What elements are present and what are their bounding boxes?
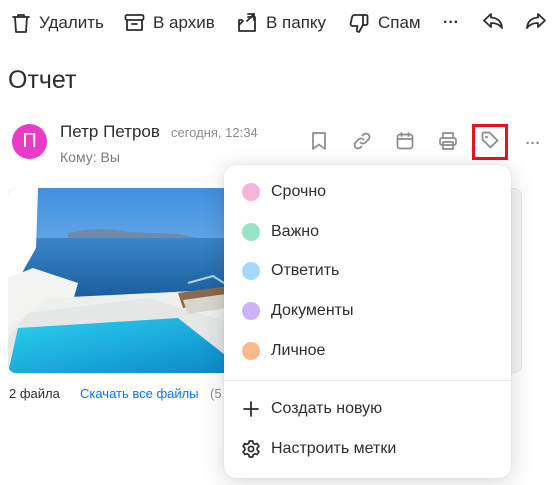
more-horizontal-icon: ···: [525, 134, 541, 152]
archive-label: В архив: [153, 13, 215, 32]
archive-icon: [124, 13, 145, 33]
label-item-label: Важно: [271, 223, 320, 240]
move-folder-icon: [236, 12, 258, 34]
forward-icon: [525, 11, 547, 36]
label-item-documents[interactable]: Документы: [224, 291, 511, 331]
calendar-button[interactable]: [393, 131, 417, 155]
delete-button[interactable]: Удалить: [11, 10, 104, 36]
label-color-dot: [242, 302, 260, 320]
labels-dropdown: Срочно Важно Ответить Документы Личное С…: [224, 165, 511, 478]
label-color-dot: [242, 262, 260, 280]
label-settings-button[interactable]: Настроить метки: [224, 429, 511, 469]
message-subject: Отчет: [8, 66, 77, 94]
copy-link-button[interactable]: [350, 131, 374, 155]
attachments-count: 2 файла: [9, 386, 60, 401]
calendar-icon: [395, 131, 415, 156]
spam-label: Спам: [378, 13, 421, 32]
gear-icon: [240, 438, 262, 460]
plus-icon: [240, 398, 262, 420]
spam-button[interactable]: Спам: [348, 10, 421, 36]
label-color-dot: [242, 342, 260, 360]
create-label-text: Создать новую: [271, 400, 383, 417]
archive-button[interactable]: В архив: [124, 10, 215, 36]
label-settings-text: Настроить метки: [271, 440, 397, 457]
label-item-label: Ответить: [271, 262, 340, 279]
more-horizontal-icon: ···: [443, 14, 459, 31]
printer-icon: [438, 131, 458, 156]
message-time: сегодня, 12:34: [171, 125, 258, 140]
download-size: (5: [210, 386, 222, 401]
move-to-folder-label: В папку: [266, 13, 327, 32]
label-item-reply[interactable]: Ответить: [224, 251, 511, 291]
label-color-dot: [242, 223, 260, 241]
sender-avatar[interactable]: П: [12, 124, 47, 159]
recipient-line: Кому: Вы: [60, 149, 120, 165]
labels-button[interactable]: [472, 124, 508, 160]
delete-label: Удалить: [39, 13, 104, 32]
print-button[interactable]: [436, 131, 460, 155]
sender-name[interactable]: Петр Петров: [60, 122, 160, 142]
bookmark-button[interactable]: [307, 131, 331, 155]
menu-divider: [224, 380, 511, 381]
reply-button[interactable]: [481, 10, 505, 36]
forward-button[interactable]: [524, 10, 548, 36]
label-item-label: Документы: [271, 302, 354, 319]
label-color-dot: [242, 183, 260, 201]
message-more-button[interactable]: ···: [521, 131, 545, 155]
bookmark-icon: [311, 131, 327, 156]
link-icon: [352, 131, 372, 156]
reply-icon: [482, 11, 504, 36]
label-item-important[interactable]: Важно: [224, 212, 511, 252]
message-toolbar: Удалить В архив В папку Спам ···: [0, 0, 558, 46]
thumbs-down-icon: [348, 12, 370, 34]
move-to-folder-button[interactable]: В папку: [236, 10, 326, 36]
trash-icon: [11, 12, 31, 34]
toolbar-more-button[interactable]: ···: [440, 10, 462, 36]
attachment-preview-image[interactable]: [8, 188, 258, 373]
download-all-link[interactable]: Скачать все файлы: [80, 386, 199, 401]
label-item-urgent[interactable]: Срочно: [224, 172, 511, 212]
label-item-personal[interactable]: Личное: [224, 331, 511, 371]
tag-icon: [480, 130, 500, 155]
label-item-label: Личное: [271, 342, 326, 359]
label-item-label: Срочно: [271, 183, 327, 200]
create-label-button[interactable]: Создать новую: [224, 389, 511, 429]
